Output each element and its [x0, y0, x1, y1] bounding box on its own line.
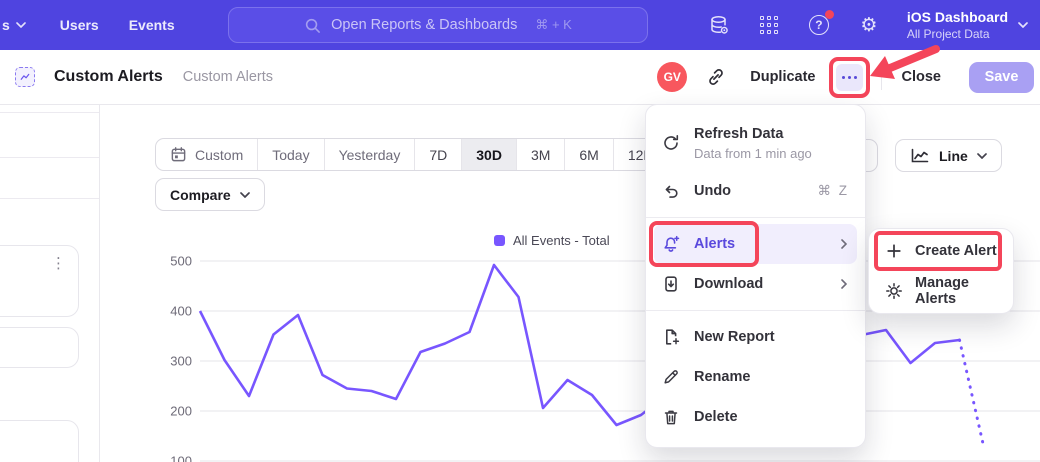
copy-link-icon[interactable]	[706, 67, 726, 87]
kebab-menu-icon[interactable]: ⋮	[51, 254, 66, 272]
top-nav: s Users Events Open Reports & Dashboards…	[0, 0, 1040, 50]
submenu-item-label: Create Alert	[915, 243, 997, 259]
menu-divider	[646, 310, 865, 311]
query-builder-sidebar: ⋮	[0, 105, 100, 462]
chevron-down-icon	[16, 22, 26, 28]
menu-item-label: Delete	[694, 409, 849, 425]
avatar[interactable]: GV	[657, 62, 687, 92]
range-30d-selected[interactable]: 30D	[461, 139, 516, 170]
breadcrumb: Custom Alerts	[183, 69, 273, 85]
trash-icon	[662, 408, 680, 426]
date-range-control: Custom Today Yesterday 7D 30D 3M 6M 12M	[155, 138, 670, 171]
range-6m[interactable]: 6M	[564, 139, 612, 170]
save-button[interactable]: Save	[969, 62, 1034, 93]
project-switcher[interactable]: iOS Dashboard All Project Data	[907, 9, 1028, 41]
chevron-down-icon	[977, 153, 987, 159]
search-shortcut: ⌘ + K	[535, 17, 572, 33]
menu-item-label: Rename	[694, 369, 849, 385]
menu-item-delete[interactable]: Delete	[646, 397, 865, 437]
event-card[interactable]	[0, 327, 79, 368]
svg-text:300: 300	[170, 354, 192, 369]
annotation-box-more	[829, 57, 870, 98]
line-chart-icon	[910, 148, 930, 164]
more-options-button[interactable]	[836, 64, 863, 91]
chevron-down-icon	[240, 192, 250, 198]
event-card[interactable]	[0, 420, 79, 462]
pencil-icon	[662, 368, 680, 386]
file-plus-icon	[662, 328, 680, 346]
submenu-item-create-alert[interactable]: Create Alert	[869, 231, 1013, 271]
help-icon[interactable]: ?	[807, 13, 831, 37]
header-actions: GV Duplicate Close Save	[657, 57, 1034, 98]
page-title: Custom Alerts	[54, 68, 163, 86]
chart-type-button[interactable]: Line	[895, 139, 1002, 172]
search-icon	[304, 17, 321, 34]
range-7d[interactable]: 7D	[414, 139, 461, 170]
svg-text:100: 100	[170, 454, 192, 462]
overflow-menu: Refresh Data Data from 1 min ago Undo ⌘ …	[645, 104, 866, 448]
gear-icon	[885, 282, 903, 300]
svg-text:500: 500	[170, 254, 192, 269]
menu-item-alerts[interactable]: Alerts	[654, 224, 857, 264]
menu-item-rename[interactable]: Rename	[646, 357, 865, 397]
nav-item-truncated-label: s	[2, 17, 10, 33]
plus-icon	[885, 242, 903, 260]
close-button[interactable]: Close	[902, 69, 942, 85]
report-chart-icon	[15, 67, 35, 87]
top-nav-left: s Users Events	[0, 0, 175, 50]
range-today[interactable]: Today	[257, 139, 323, 170]
chevron-right-icon	[841, 239, 847, 249]
project-name: iOS Dashboard	[907, 9, 1008, 25]
nav-item-truncated[interactable]: s	[2, 17, 26, 33]
global-search-input[interactable]: Open Reports & Dashboards ⌘ + K	[228, 7, 648, 43]
notification-dot	[825, 10, 834, 19]
menu-item-undo[interactable]: Undo ⌘ Z	[646, 171, 865, 211]
chevron-down-icon	[1018, 22, 1028, 28]
menu-item-label: New Report	[694, 329, 849, 345]
submenu-item-manage-alerts[interactable]: Manage Alerts	[869, 271, 1013, 311]
header-divider	[881, 64, 882, 90]
submenu-item-label: Manage Alerts	[915, 275, 997, 307]
report-header: Custom Alerts Custom Alerts GV Duplicate…	[0, 50, 1040, 105]
nav-item-events[interactable]: Events	[129, 17, 175, 33]
menu-item-label: Undo	[694, 183, 804, 199]
undo-shortcut: ⌘ Z	[818, 183, 850, 199]
nav-item-users[interactable]: Users	[60, 17, 99, 33]
app-window: s Users Events Open Reports & Dashboards…	[0, 0, 1040, 462]
undo-icon	[662, 182, 680, 200]
alerts-submenu: Create Alert Manage Alerts	[868, 228, 1014, 314]
sidebar-divider	[0, 157, 99, 158]
refresh-icon	[662, 134, 680, 152]
svg-text:200: 200	[170, 404, 192, 419]
top-nav-right: ? ⚙ iOS Dashboard All Project Data	[707, 0, 1040, 50]
range-custom[interactable]: Custom	[156, 139, 257, 170]
chevron-right-icon	[841, 279, 847, 289]
settings-gear-icon[interactable]: ⚙	[857, 13, 881, 37]
menu-item-label: Download	[694, 276, 825, 292]
menu-item-new-report[interactable]: New Report	[646, 317, 865, 357]
range-3m[interactable]: 3M	[516, 139, 564, 170]
menu-item-label: Refresh Data	[694, 126, 849, 142]
bell-plus-icon	[662, 235, 680, 253]
svg-text:400: 400	[170, 304, 192, 319]
sidebar-divider	[0, 112, 99, 113]
compare-button[interactable]: Compare	[155, 178, 265, 211]
event-card[interactable]: ⋮	[0, 245, 79, 317]
menu-item-label: Alerts	[694, 236, 825, 252]
menu-item-refresh-data[interactable]: Refresh Data Data from 1 min ago	[646, 115, 865, 171]
download-icon	[662, 275, 680, 293]
range-yesterday[interactable]: Yesterday	[324, 139, 415, 170]
sidebar-divider	[0, 198, 99, 199]
apps-grid-icon[interactable]	[757, 13, 781, 37]
refresh-status-text: Data from 1 min ago	[694, 146, 849, 161]
calendar-icon	[170, 146, 187, 163]
duplicate-button[interactable]: Duplicate	[750, 69, 815, 85]
menu-item-download[interactable]: Download	[646, 264, 865, 304]
data-icon[interactable]	[707, 13, 731, 37]
menu-divider	[646, 217, 865, 218]
project-scope: All Project Data	[907, 27, 1008, 41]
search-placeholder: Open Reports & Dashboards	[331, 17, 517, 33]
